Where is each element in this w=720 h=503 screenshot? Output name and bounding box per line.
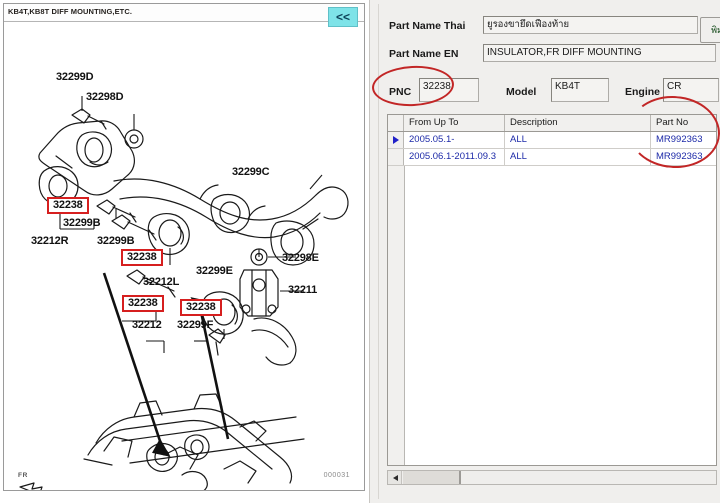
cell-part-no-1[interactable]: MR992363: [652, 132, 716, 148]
part-detail-panel: Part Name Thai ยูรองขายึดเฟืองท้าย พิมพ์…: [370, 0, 720, 503]
part-label-32299b-lower: 32299B: [97, 235, 135, 247]
part-label-32299e: 32299E: [196, 265, 233, 277]
application-window: KB4T,KB8T DIFF MOUNTING,ETC. << 32299D 3…: [0, 0, 720, 503]
chevron-left-icon: [393, 475, 398, 481]
cell-part-no-2[interactable]: MR992363: [652, 149, 716, 165]
cell-description-2[interactable]: ALL: [506, 149, 651, 165]
diagram-frame: KB4T,KB8T DIFF MOUNTING,ETC. << 32299D 3…: [3, 3, 365, 491]
pnc-label: PNC: [389, 86, 412, 98]
row-selector-1[interactable]: [388, 132, 404, 148]
part-label-32299c: 32299C: [232, 166, 270, 178]
cell-from-up-to-2[interactable]: 2005.06.1-2011.09.3: [405, 149, 505, 165]
part-label-32299d: 32299D: [56, 71, 94, 83]
current-row-arrow-icon: [393, 136, 399, 144]
scroll-left-button[interactable]: [388, 471, 402, 484]
column-header-part-no[interactable]: Part No: [652, 115, 716, 131]
grid-header-row: From Up To Description Part No: [388, 115, 716, 132]
diagram-title: KB4T,KB8T DIFF MOUNTING,ETC.: [8, 7, 133, 16]
sheet-code: 000031: [323, 472, 350, 479]
part-label-32212l: 32212L: [143, 276, 180, 288]
pnc-input[interactable]: 32238: [419, 78, 479, 102]
part-label-32298e: 32298E: [282, 252, 319, 264]
cell-description-1[interactable]: ALL: [506, 132, 651, 148]
part-label-32212r: 32212R: [31, 235, 69, 247]
part-label-32238-mid: 32238: [121, 249, 163, 266]
front-direction-label: FR: [18, 472, 28, 479]
column-header-from-up-to[interactable]: From Up To: [405, 115, 505, 131]
engine-label: Engine: [625, 86, 661, 98]
scroll-thumb[interactable]: [403, 471, 461, 484]
grid-horizontal-scrollbar[interactable]: [387, 470, 717, 485]
table-row[interactable]: 2005.05.1- ALL MR992363: [388, 132, 716, 149]
part-name-en-label: Part Name EN: [389, 48, 459, 60]
part-label-32238-upper: 32238: [47, 197, 89, 214]
part-label-32238-lower-left: 32238: [122, 295, 164, 312]
engine-input[interactable]: CR: [663, 78, 719, 102]
part-label-32299b-upper: 32299B: [63, 217, 101, 229]
part-label-32238-bottom: 32238: [180, 299, 222, 316]
grid-corner-cell: [388, 115, 404, 131]
part-name-thai-label: Part Name Thai: [389, 20, 466, 32]
model-input[interactable]: KB4T: [551, 78, 609, 102]
print-button[interactable]: พิมพ์: [700, 17, 720, 43]
grid-empty-selector-column: [388, 166, 405, 465]
part-label-32298d: 32298D: [86, 91, 124, 103]
part-label-32212: 32212: [132, 319, 162, 331]
part-label-32211: 32211: [288, 284, 317, 296]
table-row[interactable]: 2005.06.1-2011.09.3 ALL MR992363: [388, 149, 716, 166]
part-history-grid[interactable]: From Up To Description Part No 2005.05.1…: [387, 114, 717, 466]
diagram-canvas: 32299D 32298D 32299C 32238 32299B 32212R…: [4, 23, 364, 490]
part-name-thai-input[interactable]: ยูรองขายึดเฟืองท้าย: [483, 16, 698, 34]
part-name-en-input[interactable]: INSULATOR,FR DIFF MOUNTING: [483, 44, 716, 62]
column-header-description[interactable]: Description: [506, 115, 651, 131]
part-label-32299f: 32299F: [177, 319, 214, 331]
cell-from-up-to-1[interactable]: 2005.05.1-: [405, 132, 505, 148]
model-label: Model: [506, 86, 537, 98]
form-container: Part Name Thai ยูรองขายึดเฟืองท้าย พิมพ์…: [378, 4, 720, 499]
diagram-titlebar: KB4T,KB8T DIFF MOUNTING,ETC. <<: [4, 4, 364, 27]
diagram-panel: KB4T,KB8T DIFF MOUNTING,ETC. << 32299D 3…: [0, 0, 370, 503]
row-selector-2[interactable]: [388, 149, 404, 165]
